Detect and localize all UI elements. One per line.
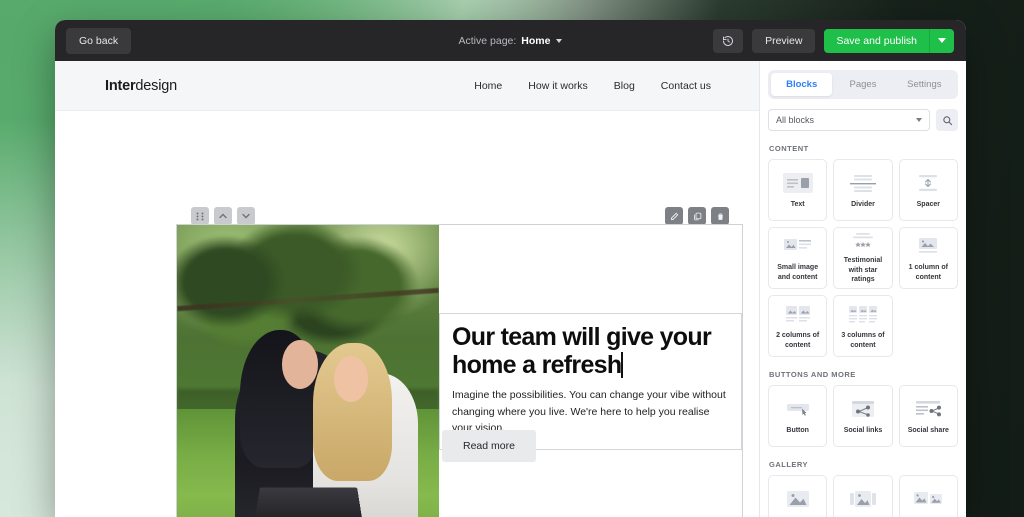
block-card-spacer[interactable]: Spacer (898, 159, 958, 221)
image-block-icon (780, 487, 816, 511)
duplicate-block-button[interactable] (688, 207, 706, 225)
block-card-label: Social links (843, 426, 883, 434)
block-card-image-gallery[interactable]: Image gallery (898, 475, 958, 517)
hero-content-column: Our team will give your home a refresh I… (439, 225, 742, 517)
block-actions-toolbar (665, 207, 729, 225)
block-card-label: 3 columns of content (841, 332, 885, 349)
block-card-label: Small image and content (777, 264, 819, 281)
hero-image[interactable] (177, 225, 439, 517)
text-block-icon (780, 171, 816, 195)
two-columns-icon (780, 302, 816, 326)
drag-handle-button[interactable] (191, 207, 209, 225)
spacer-block-icon (910, 171, 946, 195)
builder-top-bar: Go back Active page: Home Preview Save a… (55, 20, 966, 61)
tab-pages[interactable]: Pages (832, 73, 893, 96)
page-canvas[interactable]: Interdesign Home How it works Blog Conta… (55, 61, 759, 517)
publish-options-button[interactable] (930, 28, 954, 53)
block-card-label: Text (790, 200, 805, 208)
save-and-publish-button[interactable]: Save and publish (824, 28, 930, 53)
block-grid-buttons: Button Social links Social share (768, 385, 958, 447)
nav-item-how-it-works[interactable]: How it works (528, 80, 588, 92)
social-links-icon (845, 397, 881, 421)
text-cursor-caret (621, 351, 623, 378)
block-card-2-columns-of-content[interactable]: 2 columns of content (768, 295, 828, 357)
move-block-up-button[interactable] (214, 207, 232, 225)
block-filter-value: All blocks (776, 115, 815, 125)
chevron-down-icon (556, 38, 563, 43)
block-card-image-carousel[interactable]: Image carousel (833, 475, 893, 517)
chevron-down-icon (938, 38, 946, 43)
chevron-down-icon (916, 118, 922, 122)
panel-tabs: Blocks Pages Settings (768, 70, 958, 99)
tab-blocks[interactable]: Blocks (771, 73, 833, 96)
block-card-small-image-and-content[interactable]: Small image and content (768, 227, 828, 289)
read-more-button[interactable]: Read more (442, 430, 536, 462)
block-library[interactable]: CONTENT Text Divider Spacer Small image … (760, 144, 966, 517)
testimonial-stars-icon (845, 231, 881, 251)
block-card-label: Divider (851, 200, 875, 208)
button-block-icon (780, 397, 816, 421)
delete-block-button[interactable] (711, 207, 729, 225)
image-gallery-icon (910, 487, 946, 511)
preview-button[interactable]: Preview (752, 28, 816, 53)
nav-item-blog[interactable]: Blog (614, 80, 635, 92)
social-share-icon (910, 397, 946, 421)
hero-image-person-left-face (281, 339, 319, 389)
active-page-value: Home (521, 34, 551, 47)
block-card-image[interactable]: Image (768, 475, 828, 517)
search-icon (942, 115, 953, 126)
group-title-buttons-and-more: BUTTONS AND MORE (769, 370, 856, 379)
block-card-label: Testimonial with star ratings (843, 257, 883, 284)
image-carousel-icon (845, 487, 881, 511)
active-page-label: Active page: (458, 34, 517, 47)
small-image-content-icon (780, 234, 816, 258)
move-block-down-button[interactable] (237, 207, 255, 225)
block-move-toolbar (191, 207, 255, 225)
hero-image-laptop (251, 487, 365, 517)
block-card-text[interactable]: Text (768, 159, 828, 221)
website-builder-window: Go back Active page: Home Preview Save a… (55, 20, 966, 517)
edit-block-button[interactable] (665, 207, 683, 225)
three-columns-icon (845, 302, 881, 326)
hero-headline[interactable]: Our team will give your home a refresh (452, 323, 712, 379)
block-grid-content: Text Divider Spacer Small image and cont… (768, 159, 958, 357)
site-logo[interactable]: Interdesign (105, 78, 177, 94)
blocks-side-panel: Blocks Pages Settings All blocks CONTENT (759, 61, 966, 517)
block-card-label: Button (786, 426, 809, 434)
block-card-label: Spacer (916, 200, 940, 208)
one-column-icon (910, 234, 946, 258)
go-back-button[interactable]: Go back (66, 27, 132, 54)
block-card-testimonial-with-star-ratings[interactable]: Testimonial with star ratings (833, 227, 893, 289)
block-card-label: Social share (907, 426, 949, 434)
block-card-label: 1 column of content (908, 264, 948, 281)
divider-block-icon (845, 171, 881, 195)
block-card-button[interactable]: Button (768, 385, 828, 447)
nav-item-contact-us[interactable]: Contact us (661, 80, 711, 92)
active-page-selector[interactable]: Active page: Home (459, 35, 563, 47)
top-bar-actions: Preview Save and publish (713, 20, 954, 61)
logo-light-part: design (135, 77, 177, 94)
history-undo-icon (722, 35, 734, 47)
search-blocks-button[interactable] (936, 109, 958, 131)
block-card-social-share[interactable]: Social share (898, 385, 958, 447)
block-card-3-columns-of-content[interactable]: 3 columns of content (833, 295, 893, 357)
block-filter-select[interactable]: All blocks (768, 109, 930, 131)
hero-block[interactable]: Our team will give your home a refresh I… (176, 224, 743, 517)
block-card-1-column-of-content[interactable]: 1 column of content (898, 227, 958, 289)
save-publish-group: Save and publish (824, 28, 954, 53)
panel-filter-row: All blocks (760, 99, 966, 131)
block-card-divider[interactable]: Divider (833, 159, 893, 221)
history-undo-button[interactable] (713, 28, 744, 53)
block-grid-gallery: Image Image carousel Image gallery (768, 475, 958, 517)
block-card-label: 2 columns of content (776, 332, 820, 349)
site-navigation: Home How it works Blog Contact us (474, 80, 711, 92)
nav-item-home[interactable]: Home (474, 80, 502, 92)
tab-settings[interactable]: Settings (894, 73, 955, 96)
group-title-gallery: GALLERY (769, 460, 809, 469)
block-card-social-links[interactable]: Social links (833, 385, 893, 447)
site-header: Interdesign Home How it works Blog Conta… (55, 61, 759, 111)
group-title-content: CONTENT (769, 144, 809, 153)
logo-bold-part: Inter (105, 77, 136, 94)
